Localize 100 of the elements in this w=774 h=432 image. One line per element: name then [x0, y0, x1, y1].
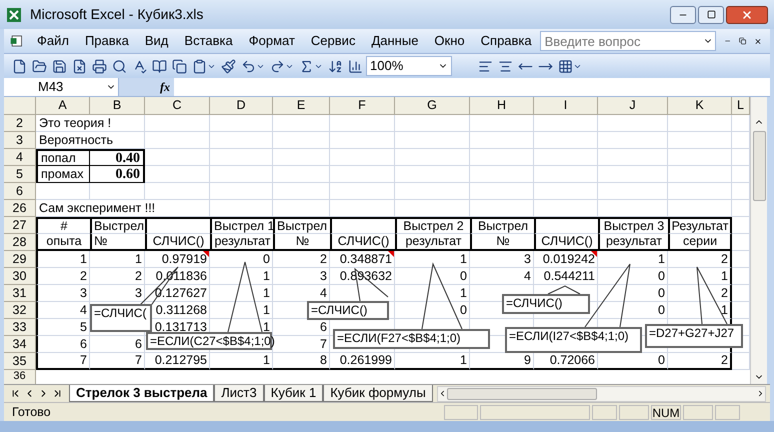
close-button[interactable]: [726, 6, 768, 24]
header-cell[interactable]: результат: [598, 234, 668, 251]
row-header[interactable]: 34: [4, 336, 36, 353]
table-cell[interactable]: Это теория !: [36, 115, 145, 132]
table-cell[interactable]: 8: [273, 353, 330, 370]
table-cell[interactable]: 0: [210, 251, 273, 268]
row-header[interactable]: 30: [4, 268, 36, 285]
align-center-icon[interactable]: [498, 58, 513, 74]
empty-cell[interactable]: [145, 217, 210, 234]
header-cell[interactable]: #: [36, 217, 90, 234]
header-cell[interactable]: СЛЧИС(): [534, 234, 598, 251]
header-cell[interactable]: Выстрел 3: [598, 217, 668, 234]
table-cell[interactable]: 6: [36, 336, 90, 353]
column-header[interactable]: G: [395, 97, 470, 115]
horizontal-scrollbar[interactable]: [436, 386, 766, 402]
sheet-tab[interactable]: Кубик формулы: [323, 384, 433, 402]
menu-item[interactable]: Данные: [363, 31, 426, 51]
column-header[interactable]: K: [668, 97, 732, 115]
header-cell[interactable]: Результат: [668, 217, 732, 234]
column-header[interactable]: I: [534, 97, 598, 115]
column-header[interactable]: J: [598, 97, 668, 115]
column-header[interactable]: L: [732, 97, 750, 115]
table-cell[interactable]: 2: [273, 251, 330, 268]
sheet-tab[interactable]: Стрелок 3 выстрела: [69, 384, 214, 402]
row-header[interactable]: 29: [4, 251, 36, 268]
header-cell[interactable]: Выстрел 2: [395, 217, 470, 234]
table-cell[interactable]: 1: [210, 302, 273, 319]
table-cell[interactable]: 0: [395, 268, 470, 285]
row-header[interactable]: 36: [4, 370, 36, 384]
row-header[interactable]: 27: [4, 217, 36, 234]
header-cell[interactable]: серии: [668, 234, 732, 251]
menu-item[interactable]: Окно: [426, 31, 473, 51]
spelling-icon[interactable]: [132, 58, 147, 74]
table-cell[interactable]: 3: [273, 268, 330, 285]
table-cell[interactable]: 4: [470, 268, 534, 285]
row-header[interactable]: 31: [4, 285, 36, 302]
table-cell[interactable]: 0.348871: [330, 251, 395, 268]
scroll-thumb[interactable]: [752, 131, 766, 201]
table-cell[interactable]: Сам эксперимент !!!: [36, 200, 210, 217]
maximize-button[interactable]: [698, 6, 724, 24]
insert-function-button[interactable]: fx: [119, 78, 174, 96]
column-header[interactable]: B: [90, 97, 145, 115]
row-header[interactable]: 4: [4, 149, 36, 166]
label-cell[interactable]: промах: [36, 166, 90, 183]
column-header[interactable]: D: [210, 97, 273, 115]
chart-icon[interactable]: [348, 58, 363, 74]
empty-cell[interactable]: [330, 217, 395, 234]
table-cell[interactable]: 2: [668, 285, 732, 302]
folder-icon[interactable]: [32, 58, 47, 74]
table-cell[interactable]: 1: [395, 251, 470, 268]
sum-icon[interactable]: [299, 58, 314, 74]
align-left-icon[interactable]: [478, 58, 493, 74]
menu-item[interactable]: Вид: [136, 31, 176, 51]
table-cell[interactable]: Вероятность: [36, 132, 145, 149]
table-cell[interactable]: 0: [395, 302, 470, 319]
save-icon[interactable]: [52, 58, 67, 74]
vertical-scrollbar[interactable]: [750, 97, 767, 384]
column-header[interactable]: H: [470, 97, 534, 115]
print-preview-icon[interactable]: [112, 58, 127, 74]
row-header[interactable]: 6: [4, 183, 36, 200]
first-sheet-icon[interactable]: [10, 388, 21, 399]
scroll-thumb[interactable]: [446, 388, 597, 400]
table-cell[interactable]: 2: [90, 268, 145, 285]
header-cell[interactable]: №: [90, 234, 145, 251]
table-cell[interactable]: 1: [210, 353, 273, 370]
scroll-right-icon[interactable]: [756, 389, 765, 398]
column-header[interactable]: E: [273, 97, 330, 115]
header-cell[interactable]: результат: [395, 234, 470, 251]
table-cell[interactable]: 2: [668, 251, 732, 268]
menu-item[interactable]: Справка: [472, 31, 540, 51]
book-icon[interactable]: [152, 58, 167, 74]
last-sheet-icon[interactable]: [52, 388, 63, 399]
header-cell[interactable]: Выстрел: [470, 217, 534, 234]
table-cell[interactable]: 7: [36, 353, 90, 370]
row-header[interactable]: 26: [4, 200, 36, 217]
sort-icon[interactable]: [328, 58, 343, 74]
table-cell[interactable]: 0.019242: [534, 251, 598, 268]
sheet-tab[interactable]: Кубик 1: [264, 384, 324, 402]
sheet-tab[interactable]: Лист3: [214, 384, 264, 402]
table-cell[interactable]: 2: [668, 353, 732, 370]
header-cell[interactable]: Выстрел: [90, 217, 145, 234]
table-cell[interactable]: 1: [90, 251, 145, 268]
header-cell[interactable]: результат: [210, 234, 273, 251]
paste-icon[interactable]: [192, 58, 207, 74]
table-cell[interactable]: 3: [36, 285, 90, 302]
new-document-icon[interactable]: [12, 58, 27, 74]
undo-icon[interactable]: [241, 58, 256, 74]
table-cell[interactable]: 2: [36, 268, 90, 285]
table-cell[interactable]: 3: [90, 285, 145, 302]
row-header[interactable]: 2: [4, 115, 36, 132]
value-cell[interactable]: 0.60: [90, 166, 145, 183]
table-cell[interactable]: 0.212795: [145, 353, 210, 370]
zoom-field[interactable]: 100%: [366, 56, 452, 76]
row-header[interactable]: 33: [4, 319, 36, 336]
table-cell[interactable]: 1: [598, 251, 668, 268]
header-cell[interactable]: СЛЧИС(): [145, 234, 210, 251]
menu-item[interactable]: Файл: [28, 31, 77, 51]
label-cell[interactable]: попал: [36, 149, 90, 166]
value-cell[interactable]: 0.40: [90, 149, 145, 166]
header-cell[interactable]: №: [470, 234, 534, 251]
